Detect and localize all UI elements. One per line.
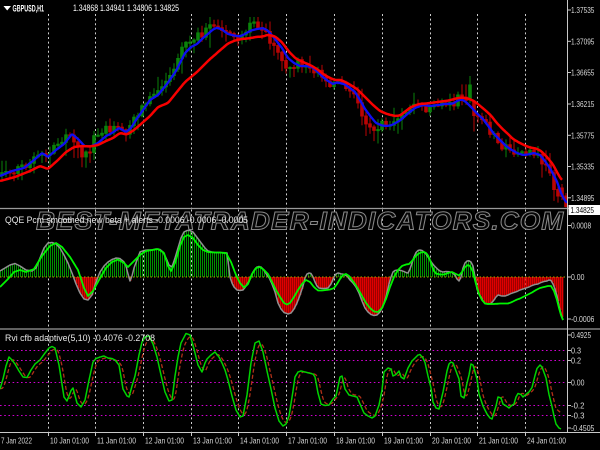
svg-text:1.35335: 1.35335 xyxy=(571,162,595,172)
svg-text:0.00: 0.00 xyxy=(571,378,585,388)
svg-text:24 Jan 01:00: 24 Jan 01:00 xyxy=(527,436,566,446)
svg-text:-0.3: -0.3 xyxy=(571,411,585,421)
svg-text:-0.0006: -0.0006 xyxy=(571,314,595,324)
svg-text:1.37535: 1.37535 xyxy=(571,5,595,15)
svg-text:17 Jan 01:00: 17 Jan 01:00 xyxy=(288,436,327,446)
svg-text:20 Jan 01:00: 20 Jan 01:00 xyxy=(432,436,471,446)
svg-text:1.36655: 1.36655 xyxy=(571,68,595,78)
svg-text:1.34895: 1.34895 xyxy=(571,193,595,203)
svg-text:13 Jan 01:00: 13 Jan 01:00 xyxy=(193,436,232,446)
svg-text:0.4925: 0.4925 xyxy=(571,330,591,340)
svg-text:0.00: 0.00 xyxy=(571,272,585,282)
svg-text:1.34825: 1.34825 xyxy=(571,205,595,215)
svg-text:1.35775: 1.35775 xyxy=(571,130,595,140)
svg-text:1.36215: 1.36215 xyxy=(571,99,595,109)
svg-text:1.34868 1.34941 1.34806 1.3482: 1.34868 1.34941 1.34806 1.34825 xyxy=(73,3,179,13)
svg-text:-0.2: -0.2 xyxy=(571,401,585,411)
svg-text:14 Jan 01:00: 14 Jan 01:00 xyxy=(240,436,279,446)
svg-text:12 Jan 01:00: 12 Jan 01:00 xyxy=(145,436,184,446)
svg-text:Rvi cfb adaptive(5,10) -0.4076: Rvi cfb adaptive(5,10) -0.4076 -0.2708 xyxy=(5,333,155,343)
svg-text:11 Jan 01:00: 11 Jan 01:00 xyxy=(97,436,136,446)
svg-text:1.37095: 1.37095 xyxy=(571,36,595,46)
svg-text:QQE Pcm smoothed new beta + al: QQE Pcm smoothed new beta + alerts -0.00… xyxy=(5,215,248,225)
svg-text:0.0008: 0.0008 xyxy=(571,221,591,231)
svg-text:7 Jan 2022: 7 Jan 2022 xyxy=(1,436,32,446)
svg-text:19 Jan 01:00: 19 Jan 01:00 xyxy=(384,436,423,446)
svg-text:0.2: 0.2 xyxy=(571,356,581,366)
svg-text:21 Jan 01:00: 21 Jan 01:00 xyxy=(479,436,518,446)
svg-text:GBPUSD,H1: GBPUSD,H1 xyxy=(13,4,45,14)
svg-text:18 Jan 01:00: 18 Jan 01:00 xyxy=(336,436,375,446)
svg-text:10 Jan 01:00: 10 Jan 01:00 xyxy=(50,436,89,446)
svg-text:0.3: 0.3 xyxy=(571,346,581,356)
svg-text:-0.4505: -0.4505 xyxy=(571,423,595,433)
